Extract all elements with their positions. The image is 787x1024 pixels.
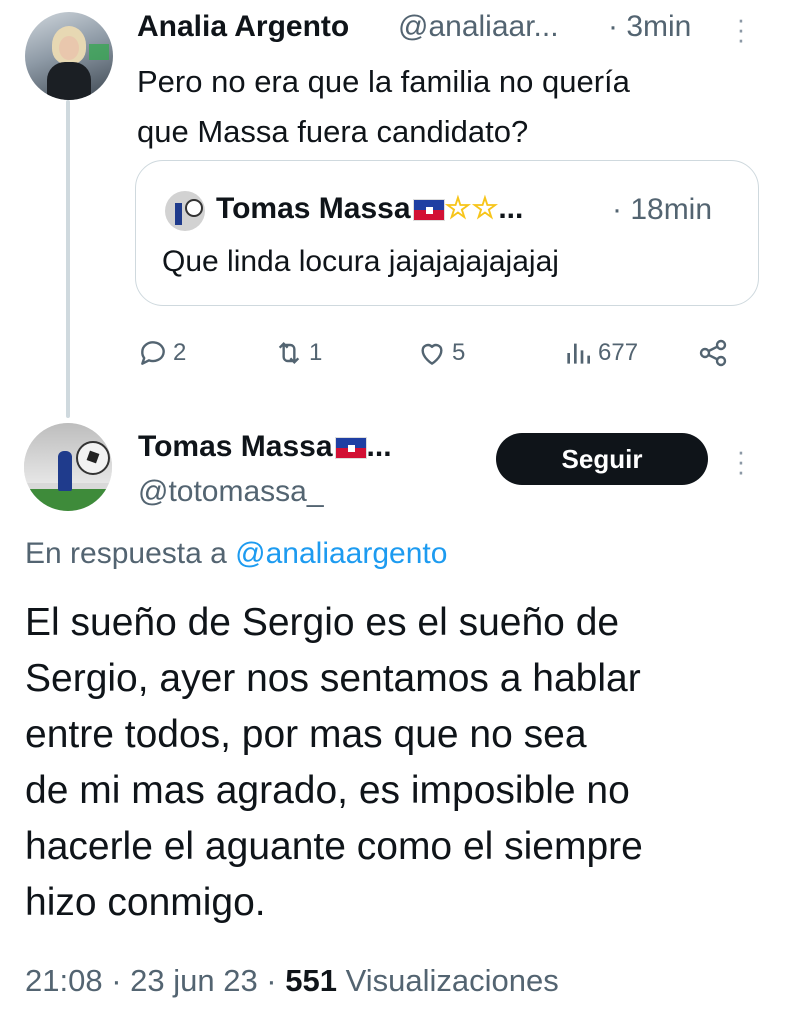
reply-author-handle[interactable]: @totomassa_ bbox=[138, 475, 324, 509]
reply-text-line: El sueño de Sergio es el sueño de bbox=[25, 601, 620, 644]
tweet-text-line: que Massa fuera candidato? bbox=[137, 114, 529, 149]
retweet-button[interactable]: 1 bbox=[273, 337, 322, 369]
views-icon bbox=[567, 343, 590, 364]
author-name[interactable]: Analia Argento bbox=[137, 10, 349, 44]
share-button[interactable] bbox=[697, 337, 733, 369]
reply-prefix: En respuesta a bbox=[25, 537, 227, 570]
quoted-author-avatar bbox=[165, 191, 205, 231]
reply-to-link[interactable]: @analiaargento bbox=[235, 537, 447, 570]
haiti-flag-icon bbox=[334, 437, 367, 460]
star-icon: ☆ bbox=[471, 192, 499, 225]
like-count: 5 bbox=[452, 339, 466, 366]
like-icon bbox=[421, 343, 443, 365]
thread-connector-line bbox=[66, 100, 70, 418]
tweet-time[interactable]: 21:08 bbox=[25, 963, 103, 998]
reply-text-line: hizo conmigo. bbox=[25, 881, 266, 924]
reply-button[interactable]: 2 bbox=[137, 337, 186, 369]
author-handle[interactable]: @analiaar... bbox=[398, 10, 559, 44]
views-count: 677 bbox=[598, 339, 639, 366]
reply-text-line: hacerle el aguante como el siempre bbox=[25, 825, 643, 868]
views-label: Visualizaciones bbox=[345, 963, 559, 998]
tweet-timestamp[interactable]: · 3min bbox=[608, 10, 691, 44]
reply-icon bbox=[141, 341, 165, 365]
reply-text-line: Sergio, ayer nos sentamos a hablar bbox=[25, 657, 641, 700]
reply-text-line: de mi mas agrado, es imposible no bbox=[25, 769, 630, 812]
reply-count: 2 bbox=[173, 339, 187, 366]
reply-author-name-text: Tomas Massa bbox=[138, 430, 333, 463]
views-number: 551 bbox=[285, 963, 337, 998]
name-ellipsis: ... bbox=[366, 430, 392, 463]
name-ellipsis: ... bbox=[498, 192, 524, 225]
follow-button[interactable]: Seguir bbox=[496, 433, 708, 485]
views-button[interactable]: 677 bbox=[562, 337, 638, 369]
analia-avatar[interactable] bbox=[25, 12, 113, 100]
haiti-flag-icon bbox=[412, 199, 445, 222]
quoted-author-name-text: Tomas Massa bbox=[216, 192, 411, 225]
quoted-timestamp: · 18min bbox=[612, 193, 713, 226]
more-icon[interactable]: · · · bbox=[733, 438, 749, 484]
reply-text: El sueño de Sergio es el sueño de Sergio… bbox=[25, 595, 765, 931]
quoted-text: Que linda locura jajajajajajajaj bbox=[162, 245, 559, 278]
retweet-count: 1 bbox=[309, 339, 323, 366]
tweet-text: Pero no era que la familia no quería que… bbox=[137, 57, 737, 157]
more-icon[interactable]: · · · bbox=[733, 6, 749, 52]
star-icon: ☆ bbox=[444, 192, 472, 225]
quoted-tweet[interactable]: Tomas Massa ☆☆... · 18min Que linda locur… bbox=[135, 160, 759, 306]
reply-author-name[interactable]: Tomas Massa... bbox=[138, 430, 392, 464]
share-icon bbox=[699, 339, 727, 367]
reply-text-line: entre todos, por mas que no sea bbox=[25, 713, 587, 756]
tweet-date[interactable]: · 23 jun 23 · bbox=[111, 963, 276, 998]
tomas-avatar[interactable] bbox=[24, 423, 112, 511]
reply-context: En respuesta a @analiaargento bbox=[25, 537, 447, 571]
tweet-meta: 21:08 · 23 jun 23 · 551 Visualizaciones bbox=[25, 963, 559, 999]
retweet-icon bbox=[278, 341, 300, 365]
tweet-text-line: Pero no era que la familia no quería bbox=[137, 64, 630, 99]
quoted-author-name: Tomas Massa ☆☆... bbox=[216, 191, 523, 226]
like-button[interactable]: 5 bbox=[416, 337, 465, 369]
